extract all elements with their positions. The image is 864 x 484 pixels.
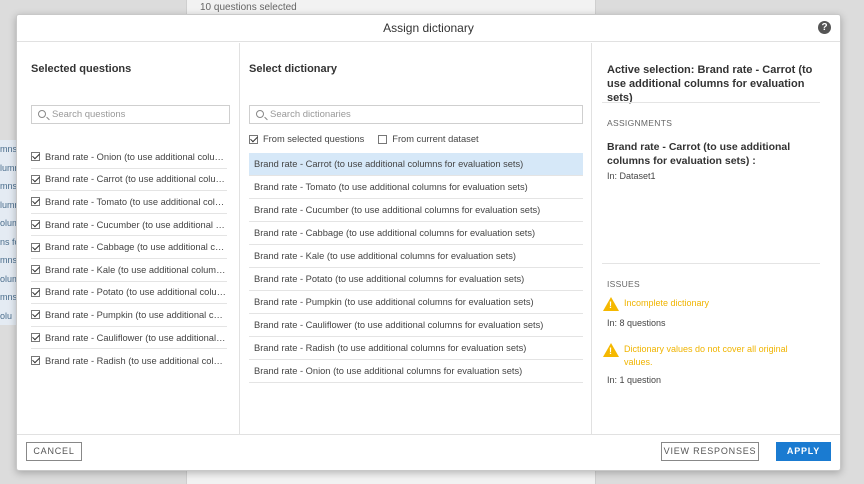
background-fragment: mns	[0, 144, 16, 154]
warning-icon: !	[603, 297, 619, 311]
checkbox-checked[interactable]	[249, 134, 258, 144]
background-column-fragments: mns lumn mns lumn olum ns fo mns olum mn…	[0, 140, 16, 325]
checkbox-checked[interactable]	[31, 265, 40, 275]
selected-questions-panel: Selected questions Search questions Bran…	[17, 43, 240, 434]
question-item[interactable]: Brand rate - Onion (to use additional co…	[31, 146, 227, 169]
question-label: Brand rate - Kale (to use additional col…	[45, 264, 227, 275]
search-questions-placeholder: Search questions	[52, 109, 126, 120]
dialog-header: Assign dictionary ?	[17, 15, 840, 42]
question-label: Brand rate - Cucumber (to use additional…	[45, 219, 227, 230]
dialog-footer: CANCEL VIEW RESPONSES APPLY	[17, 434, 840, 470]
assignment-details-panel: Active selection: Brand rate - Carrot (t…	[592, 43, 840, 434]
checkbox-checked[interactable]	[31, 220, 40, 230]
question-item[interactable]: Brand rate - Potato (to use additional c…	[31, 282, 227, 305]
cancel-button[interactable]: CANCEL	[26, 442, 82, 461]
background-fragment: olum	[0, 273, 16, 284]
search-questions-input[interactable]: Search questions	[31, 105, 230, 124]
background-fragment: olu	[0, 310, 13, 321]
warning-icon: !	[603, 343, 619, 357]
filter-selected-questions-label: From selected questions	[263, 134, 365, 144]
question-label: Brand rate - Cauliflower (to use additio…	[45, 332, 227, 343]
question-label: Brand rate - Pumpkin (to use additional …	[45, 309, 227, 320]
background-fragment: mns	[0, 292, 16, 302]
dictionary-item[interactable]: Brand rate - Tomato (to use additional c…	[249, 176, 583, 199]
issue-scope: In: 8 questions	[607, 318, 666, 328]
checkbox-checked[interactable]	[31, 310, 40, 320]
issue-incomplete-dictionary: ! Incomplete dictionary	[603, 297, 804, 311]
checkbox-checked[interactable]	[31, 174, 40, 184]
filter-current-dataset-label: From current dataset	[392, 134, 479, 144]
dictionary-item[interactable]: Brand rate - Cauliflower (to use additio…	[249, 314, 583, 337]
active-selection-title: Active selection: Brand rate - Carrot (t…	[607, 64, 813, 104]
dialog-title: Assign dictionary	[383, 21, 474, 35]
dictionary-item[interactable]: Brand rate - Kale (to use additional col…	[249, 245, 583, 268]
dictionary-item-selected[interactable]: Brand rate - Carrot (to use additional c…	[249, 153, 583, 176]
question-item[interactable]: Brand rate - Cauliflower (to use additio…	[31, 327, 227, 350]
issue-text: Dictionary values do not cover all origi…	[624, 344, 788, 367]
questions-list: Brand rate - Onion (to use additional co…	[31, 146, 227, 372]
selected-questions-title: Selected questions	[31, 63, 132, 75]
view-responses-button[interactable]: VIEW RESPONSES	[661, 442, 759, 461]
assignment-name: Brand rate - Carrot (to use additional c…	[607, 141, 791, 167]
dictionaries-list: Brand rate - Carrot (to use additional c…	[249, 153, 583, 383]
search-icon	[256, 110, 264, 118]
issue-scope: In: 1 question	[607, 375, 662, 385]
divider	[602, 102, 820, 103]
help-icon[interactable]: ?	[818, 21, 831, 34]
background-fragment: ns fo	[0, 236, 16, 247]
question-item[interactable]: Brand rate - Kale (to use additional col…	[31, 259, 227, 282]
dictionary-item[interactable]: Brand rate - Cucumber (to use additional…	[249, 199, 583, 222]
checkbox-checked[interactable]	[31, 287, 40, 297]
question-item[interactable]: Brand rate - Tomato (to use additional c…	[31, 191, 227, 214]
dictionary-item[interactable]: Brand rate - Radish (to use additional c…	[249, 337, 583, 360]
assignments-label: ASSIGNMENTS	[607, 118, 673, 128]
search-dictionaries-input[interactable]: Search dictionaries	[249, 105, 583, 124]
question-label: Brand rate - Carrot (to use additional c…	[45, 174, 227, 185]
assignment-dataset: In: Dataset1	[607, 171, 656, 181]
search-dictionaries-placeholder: Search dictionaries	[270, 109, 351, 120]
issue-values-not-covered: ! Dictionary values do not cover all ori…	[603, 343, 804, 369]
dictionary-source-filters: From selected questions From current dat…	[249, 134, 493, 144]
assign-dictionary-dialog: Assign dictionary ? Selected questions S…	[16, 14, 841, 471]
background-fragment: olum	[0, 218, 16, 228]
checkbox-checked[interactable]	[31, 197, 40, 207]
divider	[602, 263, 820, 264]
background-fragment: mns	[0, 255, 16, 265]
checkbox-checked[interactable]	[31, 152, 40, 162]
issue-text: Incomplete dictionary	[624, 298, 710, 308]
question-item[interactable]: Brand rate - Carrot (to use additional c…	[31, 169, 227, 192]
filter-current-dataset[interactable]: From current dataset	[378, 134, 479, 144]
question-label: Brand rate - Onion (to use additional co…	[45, 151, 227, 162]
filter-selected-questions[interactable]: From selected questions	[249, 134, 364, 144]
dictionary-item[interactable]: Brand rate - Onion (to use additional co…	[249, 360, 583, 383]
question-item[interactable]: Brand rate - Cabbage (to use additional …	[31, 236, 227, 259]
select-dictionary-panel: Select dictionary Search dictionaries Fr…	[240, 43, 592, 434]
checkbox-checked[interactable]	[31, 333, 40, 343]
question-label: Brand rate - Potato (to use additional c…	[45, 287, 227, 298]
apply-button[interactable]: APPLY	[776, 442, 831, 461]
question-item[interactable]: Brand rate - Pumpkin (to use additional …	[31, 304, 227, 327]
background-fragment: lumn	[0, 162, 16, 173]
background-fragment: mns	[0, 181, 16, 191]
question-label: Brand rate - Cabbage (to use additional …	[45, 242, 227, 253]
select-dictionary-title: Select dictionary	[249, 63, 338, 75]
checkbox-unchecked[interactable]	[378, 134, 388, 144]
dictionary-item[interactable]: Brand rate - Cabbage (to use additional …	[249, 222, 583, 245]
background-selection-count: 10 questions selected	[200, 2, 297, 13]
checkbox-checked[interactable]	[31, 242, 40, 252]
question-label: Brand rate - Radish (to use additional c…	[45, 355, 227, 366]
question-item[interactable]: Brand rate - Cucumber (to use additional…	[31, 214, 227, 237]
checkbox-checked[interactable]	[31, 356, 40, 366]
question-item[interactable]: Brand rate - Radish (to use additional c…	[31, 349, 227, 372]
search-icon	[38, 110, 46, 118]
dictionary-item[interactable]: Brand rate - Pumpkin (to use additional …	[249, 291, 583, 314]
dictionary-item[interactable]: Brand rate - Potato (to use additional c…	[249, 268, 583, 291]
background-fragment: lumn	[0, 199, 16, 210]
question-label: Brand rate - Tomato (to use additional c…	[45, 196, 227, 207]
issues-label: ISSUES	[607, 279, 640, 289]
